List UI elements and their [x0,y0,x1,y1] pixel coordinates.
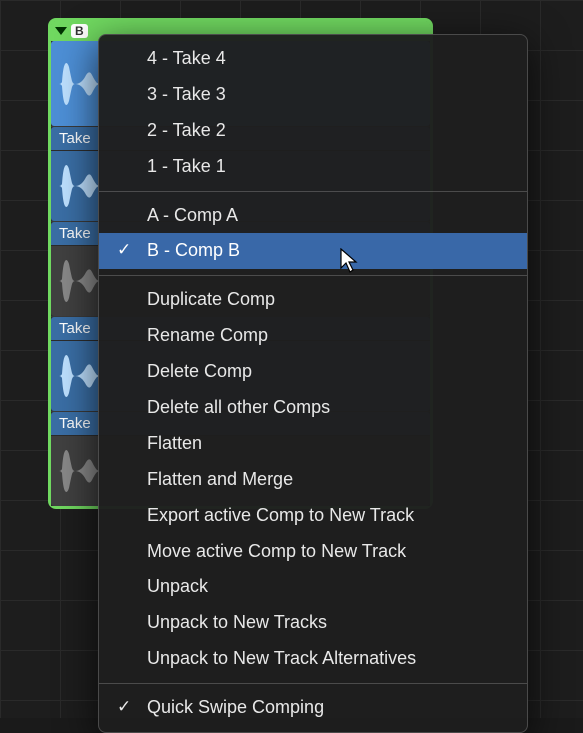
comp-context-menu: 4 - Take 43 - Take 32 - Take 21 - Take 1… [98,34,528,733]
menu-item-action[interactable]: Flatten and Merge [99,462,527,498]
menu-item-take[interactable]: 4 - Take 4 [99,41,527,77]
menu-item-take[interactable]: 2 - Take 2 [99,113,527,149]
menu-section-footer: Quick Swipe Comping [99,690,527,726]
menu-item-action[interactable]: Move active Comp to New Track [99,534,527,570]
menu-item-comp[interactable]: B - Comp B [99,233,527,269]
menu-separator [99,683,527,684]
menu-item-action[interactable]: Rename Comp [99,318,527,354]
menu-section-comps: A - Comp AB - Comp B [99,198,527,270]
menu-item-action[interactable]: Export active Comp to New Track [99,498,527,534]
menu-item-take[interactable]: 1 - Take 1 [99,149,527,185]
menu-separator [99,191,527,192]
menu-separator [99,275,527,276]
menu-item-action[interactable]: Duplicate Comp [99,282,527,318]
disclosure-triangle-icon[interactable] [55,27,67,35]
menu-item-comp[interactable]: A - Comp A [99,198,527,234]
menu-section-takes: 4 - Take 43 - Take 32 - Take 21 - Take 1 [99,41,527,185]
comp-badge: B [71,24,88,38]
menu-item-take[interactable]: 3 - Take 3 [99,77,527,113]
menu-section-actions: Duplicate CompRename CompDelete CompDele… [99,282,527,677]
menu-item-action[interactable]: Unpack to New Tracks [99,605,527,641]
menu-item-action[interactable]: Unpack to New Track Alternatives [99,641,527,677]
menu-item-action[interactable]: Flatten [99,426,527,462]
menu-item-toggle[interactable]: Quick Swipe Comping [99,690,527,726]
menu-item-action[interactable]: Delete Comp [99,354,527,390]
menu-item-action[interactable]: Delete all other Comps [99,390,527,426]
menu-item-action[interactable]: Unpack [99,569,527,605]
